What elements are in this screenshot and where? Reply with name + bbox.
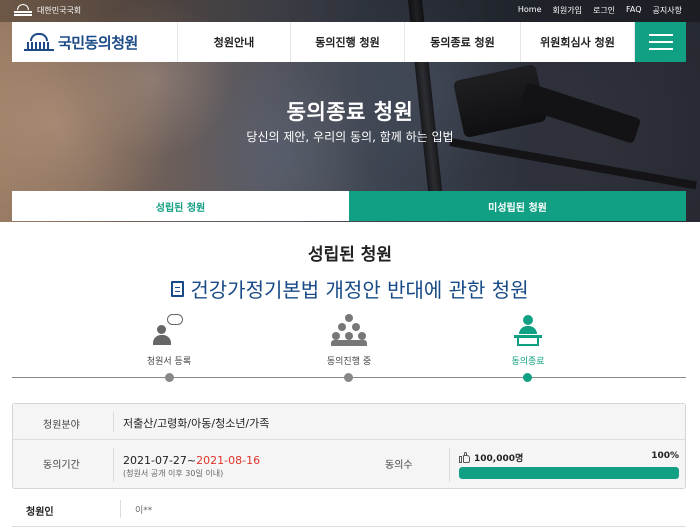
nav-item-ongoing[interactable]: 동의진행 청원: [291, 22, 405, 62]
period-start: 2021-07-27~: [123, 454, 197, 467]
hamburger-menu-button[interactable]: [635, 22, 686, 62]
util-link-notice[interactable]: 공지사항: [653, 5, 682, 16]
logo-text: 국민동의청원: [58, 33, 138, 52]
petition-info-table: 청원분야 저출산/고령화/아동/청소년/가족 동의기간 2021-07-27~2…: [12, 403, 686, 489]
site-logo[interactable]: 국민동의청원: [12, 22, 178, 62]
petitioner-value: 이**: [135, 506, 153, 516]
agree-progress-fill: [459, 467, 679, 479]
petition-tabs: 성립된 청원 미성립된 청원: [12, 191, 686, 221]
tab-not-established[interactable]: 미성립된 청원: [349, 191, 686, 221]
utility-bar: 대한민국국회 Home 회원가입 로그인 FAQ 공지사항: [0, 0, 700, 22]
category-value: 저출산/고령화/아동/청소년/가족: [123, 417, 270, 430]
step-in-progress: 동의진행 중: [279, 314, 419, 367]
step-label: 청원서 등록: [146, 357, 192, 367]
nav-item-closed[interactable]: 동의종료 청원: [405, 22, 521, 62]
period-end: 2021-08-16: [196, 454, 261, 467]
step-dot: [344, 373, 353, 382]
petition-title-text: 건강가정기본법 개정안 반대에 관한 청원: [190, 278, 529, 302]
period-value: 2021-07-27~2021-08-16: [123, 454, 260, 467]
section-title: 성립된 청원: [307, 245, 393, 265]
person-speech-icon: [149, 314, 189, 346]
assembly-label: 대한민국국회: [37, 5, 82, 15]
hamburger-icon: [648, 34, 673, 36]
agree-count-label: 동의수: [385, 460, 413, 471]
petitioner-label: 청원인: [26, 507, 54, 518]
document-icon: [171, 280, 185, 297]
step-label: 동의종료: [511, 357, 545, 367]
util-link-login[interactable]: 로그인: [593, 5, 615, 16]
national-assembly-logo-icon: [24, 33, 54, 51]
step-registered: 청원서 등록: [99, 314, 239, 367]
utility-links: Home 회원가입 로그인 FAQ 공지사항: [518, 5, 682, 16]
util-link-signup[interactable]: 회원가입: [553, 5, 582, 16]
page-subtitle: 당신의 제안, 우리의 동의, 함께 하는 입법: [246, 130, 454, 144]
step-dot: [165, 373, 174, 382]
divider: [12, 526, 686, 527]
page-title: 동의종료 청원: [286, 100, 414, 124]
period-row: 동의기간 2021-07-27~2021-08-16 (청원서 공개 이후 30…: [13, 440, 685, 488]
util-link-faq[interactable]: FAQ: [626, 5, 642, 16]
step-dot-current: [523, 373, 532, 382]
agree-progress-bar: [459, 467, 679, 479]
nav-item-committee[interactable]: 위원회심사 청원: [521, 22, 635, 62]
thumbs-up-icon: [459, 452, 470, 463]
util-link-home[interactable]: Home: [518, 5, 542, 16]
podium-icon: [508, 314, 548, 346]
category-label: 청원분야: [43, 420, 80, 431]
main-nav: 국민동의청원 청원안내 동의진행 청원 동의종료 청원 위원회심사 청원: [12, 22, 686, 62]
agree-percent: 100%: [651, 451, 679, 461]
tab-established[interactable]: 성립된 청원: [12, 191, 349, 221]
progress-steps: 청원서 등록 동의진행 중 동의종료: [12, 314, 686, 384]
assembly-link[interactable]: 대한민국국회: [14, 4, 81, 16]
period-note: (청원서 공개 이후 30일 이내): [123, 469, 224, 478]
step-label: 동의진행 중: [326, 357, 372, 367]
national-assembly-icon: [14, 4, 32, 16]
step-closed: 동의종료: [458, 314, 598, 367]
agree-count-value: 100,000명: [474, 454, 524, 464]
crowd-icon: [329, 314, 369, 346]
petition-title: 건강가정기본법 개정안 반대에 관한 청원: [0, 274, 700, 303]
category-row: 청원분야 저출산/고령화/아동/청소년/가족: [13, 404, 685, 440]
nav-item-guide[interactable]: 청원안내: [178, 22, 291, 62]
period-label: 동의기간: [43, 460, 80, 471]
